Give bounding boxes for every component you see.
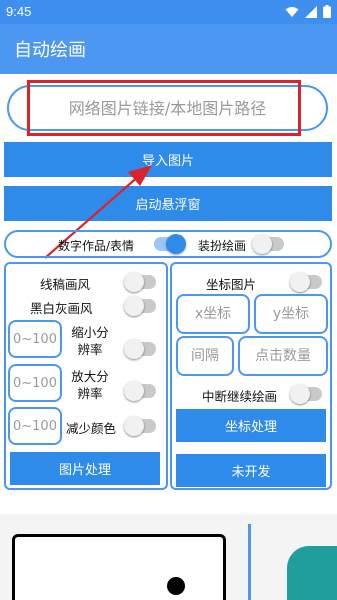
coord-image-label: 坐标图片 xyxy=(206,277,257,292)
reduce-colors-switch[interactable] xyxy=(124,416,156,436)
shrink-resolution-label: 缩小分辨率 xyxy=(71,325,109,357)
reduce-colors-input[interactable] xyxy=(8,407,62,445)
resume-drawing-switch[interactable] xyxy=(290,384,322,404)
dress-up-switch[interactable] xyxy=(252,234,284,254)
digital-works-switch[interactable] xyxy=(154,234,186,254)
reduce-colors-label: 减少颜色 xyxy=(66,421,117,436)
coordinate-options-panel: 坐标图片 中断继续绘画 坐标处理 未开发 xyxy=(170,262,332,490)
enlarge-resolution-input[interactable] xyxy=(8,364,62,402)
y-coord-input[interactable] xyxy=(254,294,328,334)
click-count-input[interactable] xyxy=(238,336,328,376)
status-bar: 9:45 xyxy=(0,0,337,24)
coord-process-button[interactable]: 坐标处理 xyxy=(176,409,326,442)
enlarge-resolution-switch[interactable] xyxy=(124,381,156,401)
grayscale-switch[interactable] xyxy=(124,296,156,316)
secondary-preview xyxy=(287,546,337,600)
image-preview xyxy=(12,534,226,600)
image-url-input[interactable] xyxy=(7,85,328,131)
mode-toggle-row: 数字作品/表情 装扮绘画 xyxy=(4,230,332,258)
signal-icon xyxy=(305,5,317,18)
floating-window-button[interactable]: 启动悬浮窗 xyxy=(4,186,332,221)
grayscale-label: 黑白灰画风 xyxy=(30,301,93,316)
enlarge-resolution-label: 放大分辨率 xyxy=(71,369,109,401)
image-options-panel: 线稿画风 黑白灰画风 缩小分辨率 放大分辨率 减少颜色 图片处理 xyxy=(4,262,168,490)
shrink-resolution-input[interactable] xyxy=(8,320,62,358)
app-bar: 自动绘画 xyxy=(0,24,337,74)
line-art-label: 线稿画风 xyxy=(40,277,91,292)
resume-drawing-label: 中断继续绘画 xyxy=(202,389,278,404)
import-image-button[interactable]: 导入图片 xyxy=(4,142,332,177)
status-time: 9:45 xyxy=(6,4,32,19)
status-icons xyxy=(285,5,331,18)
dress-up-label: 装扮绘画 xyxy=(198,239,247,253)
wifi-icon xyxy=(285,6,299,17)
image-process-button[interactable]: 图片处理 xyxy=(10,452,160,485)
shrink-resolution-switch[interactable] xyxy=(124,339,156,359)
x-coord-input[interactable] xyxy=(176,294,250,334)
line-art-switch[interactable] xyxy=(124,272,156,292)
undeveloped-button[interactable]: 未开发 xyxy=(176,454,326,487)
app-title: 自动绘画 xyxy=(14,40,86,61)
preview-divider xyxy=(248,524,251,600)
digital-works-label: 数字作品/表情 xyxy=(58,239,135,253)
battery-icon xyxy=(323,5,331,18)
interval-input[interactable] xyxy=(176,336,234,376)
coord-image-switch[interactable] xyxy=(290,272,322,292)
